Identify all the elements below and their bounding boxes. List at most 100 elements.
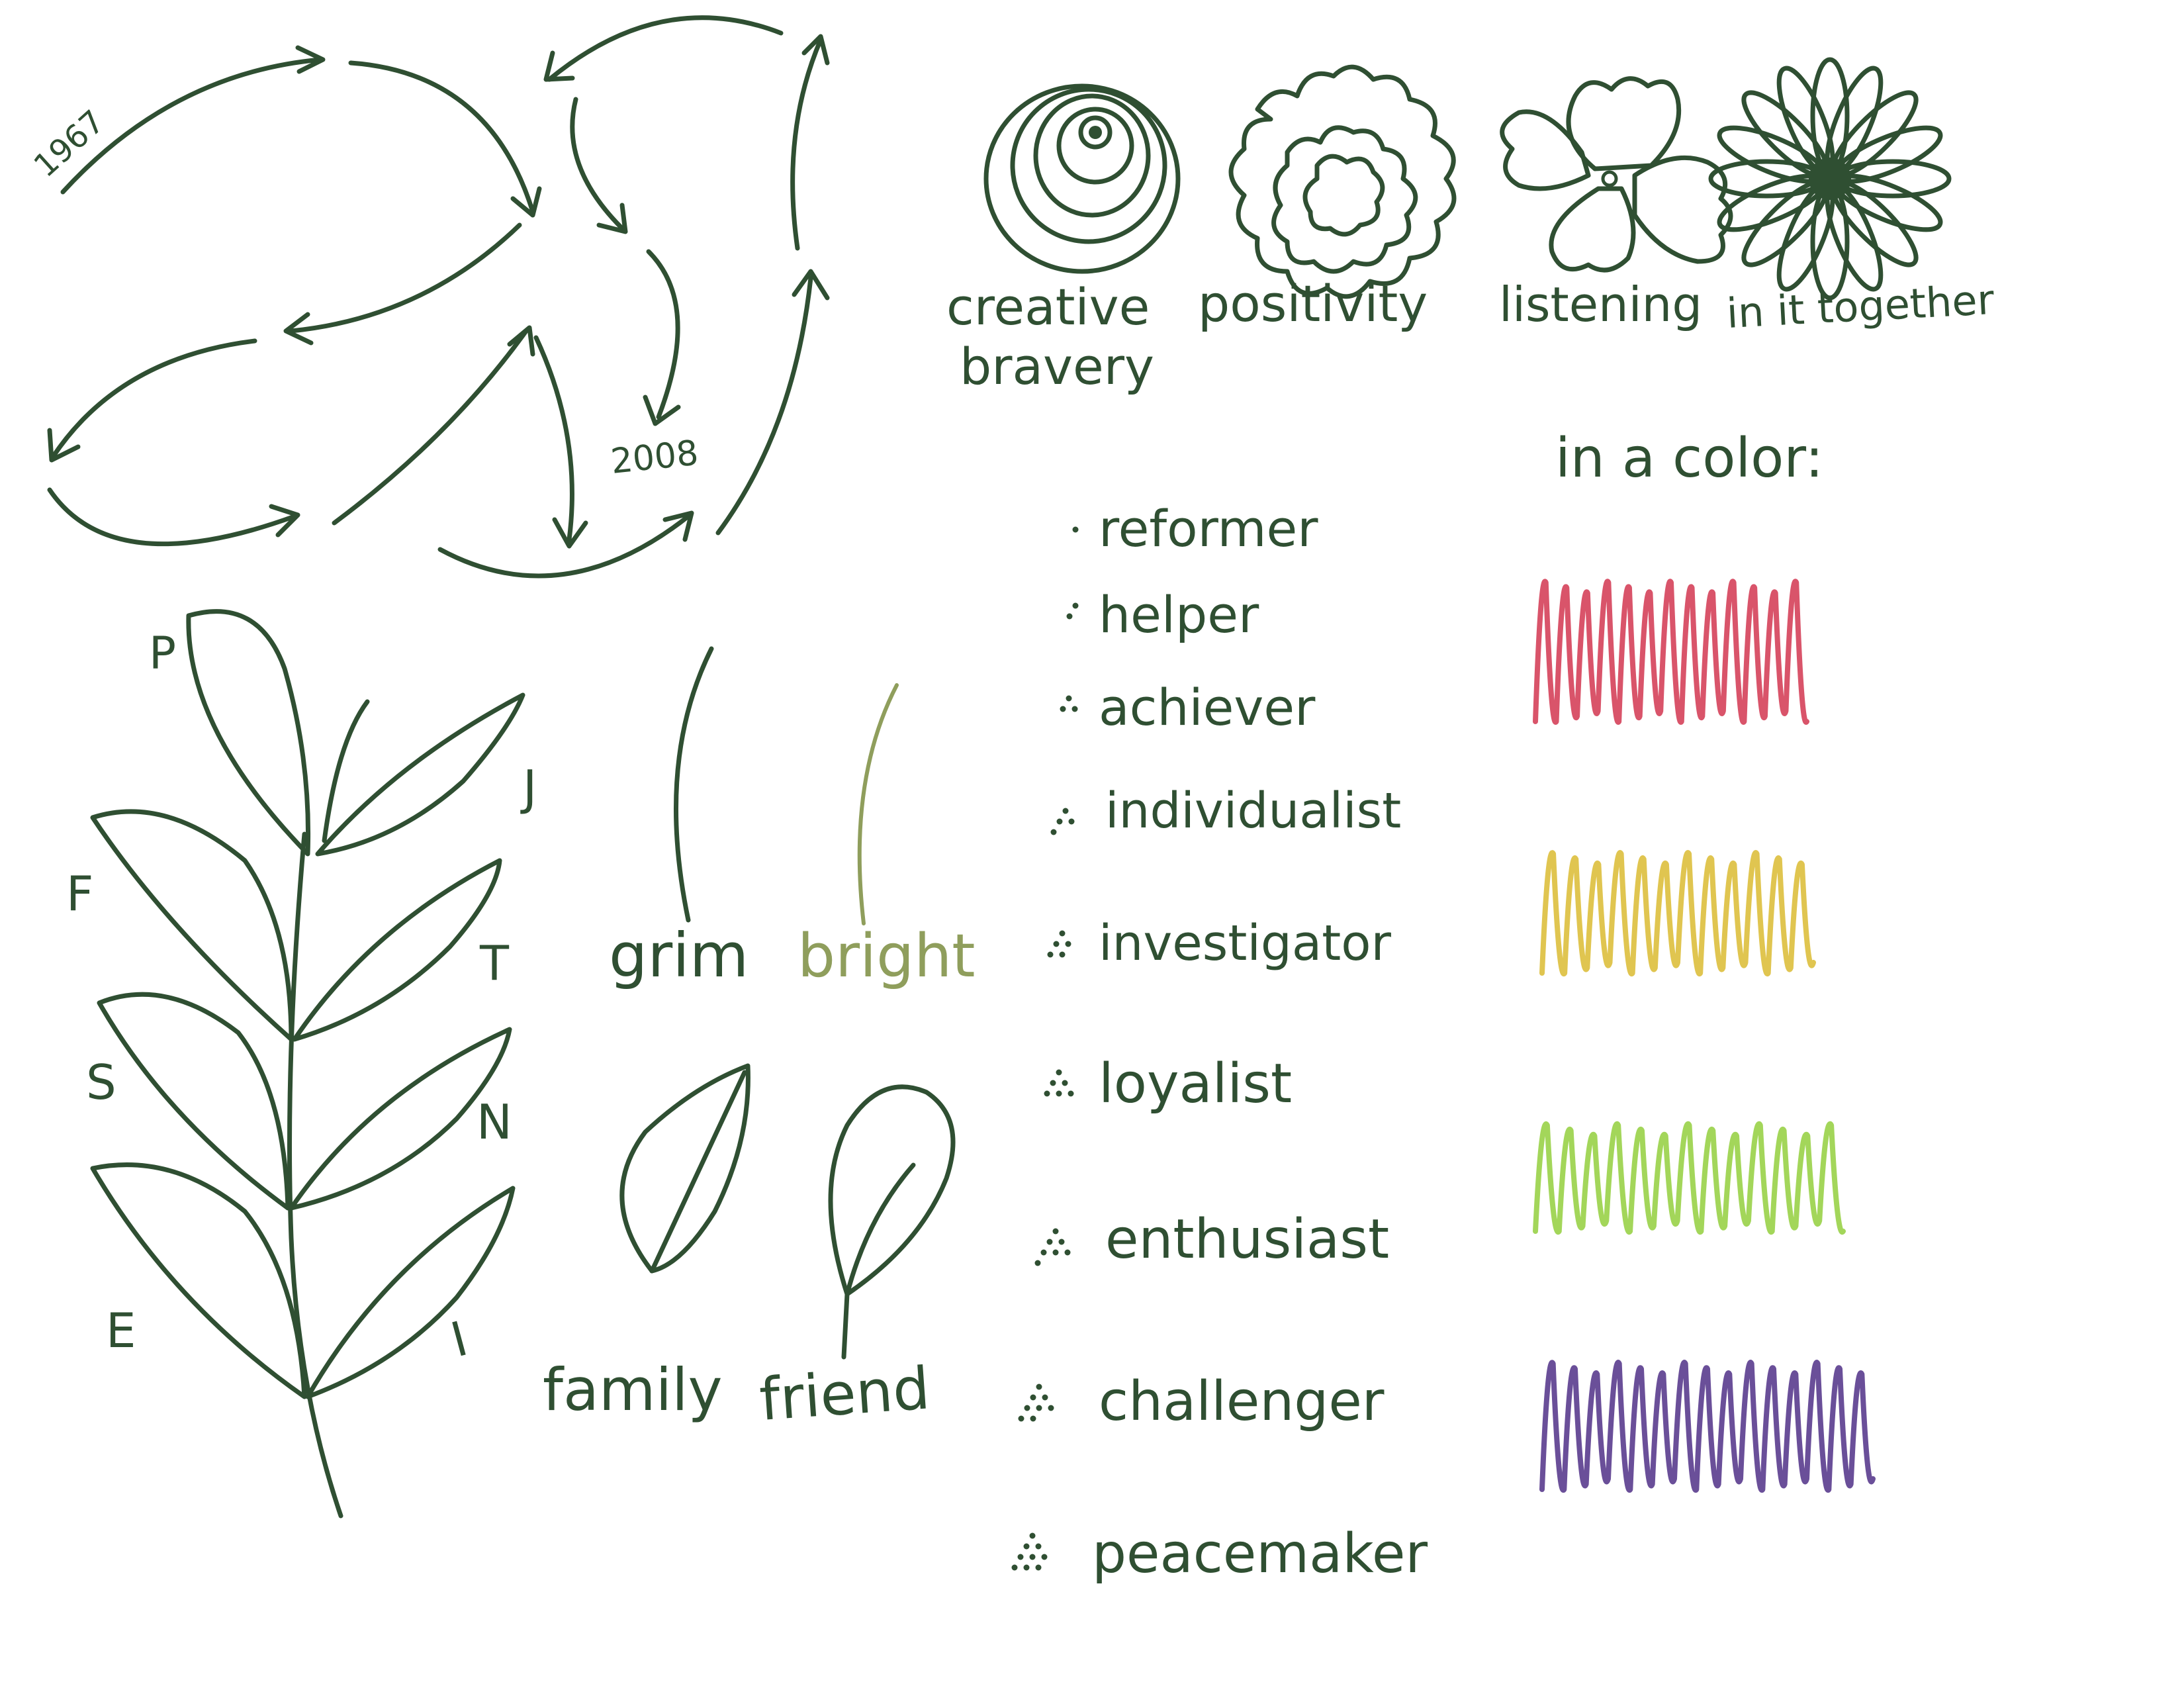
type-dots bbox=[1047, 930, 1071, 958]
type-dot bbox=[1042, 1394, 1048, 1401]
type-dot bbox=[1060, 706, 1066, 712]
daisy-icon bbox=[1708, 57, 1952, 301]
type-item-peacemaker: peacemaker bbox=[1011, 1523, 1428, 1585]
type-dot bbox=[1011, 1564, 1018, 1571]
type-dot bbox=[1035, 1564, 1042, 1571]
type-dot bbox=[1059, 930, 1066, 937]
arrow-7 bbox=[533, 335, 574, 542]
type-dots bbox=[1066, 602, 1079, 620]
arrow-9 bbox=[715, 275, 813, 536]
type-dots bbox=[1018, 1383, 1054, 1422]
family-leaf-icon bbox=[619, 1063, 751, 1274]
color-swatch-purple bbox=[1539, 1360, 1876, 1493]
type-label: loyalist bbox=[1099, 1053, 1292, 1115]
fern-letter-t: T bbox=[479, 935, 510, 991]
fern-letter-j: J bbox=[520, 760, 537, 816]
type-dot bbox=[1071, 706, 1078, 712]
type-dots bbox=[1050, 808, 1075, 835]
type-dot bbox=[1072, 602, 1079, 609]
arrow-2 bbox=[348, 60, 535, 214]
color-swatch-yellow bbox=[1539, 850, 1816, 977]
type-dot bbox=[1044, 1090, 1050, 1097]
type-dot bbox=[1062, 808, 1069, 814]
type-item-loyalist: loyalist bbox=[1044, 1053, 1292, 1115]
fern-leaf-i bbox=[305, 1186, 516, 1399]
type-label: peacemaker bbox=[1092, 1523, 1428, 1585]
bright-stroke bbox=[857, 683, 899, 925]
type-item-achiever: achiever bbox=[1060, 678, 1316, 737]
type-dot bbox=[1047, 951, 1054, 958]
type-dots bbox=[1034, 1228, 1071, 1266]
type-dot bbox=[1036, 1405, 1042, 1411]
type-dot bbox=[1056, 1069, 1062, 1076]
type-dot bbox=[1017, 1554, 1024, 1560]
year-start-label: 1967 bbox=[27, 103, 112, 185]
type-dot bbox=[1066, 613, 1073, 620]
arrow-12 bbox=[570, 97, 625, 231]
type-label: enthusiast bbox=[1105, 1208, 1389, 1271]
fern-leaf-top-stem bbox=[322, 699, 370, 843]
type-dots bbox=[1044, 1069, 1074, 1097]
type-dot bbox=[1035, 1543, 1042, 1550]
type-dot bbox=[1023, 1543, 1030, 1550]
year-end-label: 2008 bbox=[609, 433, 700, 482]
flower-row: creative bravery positivity listening in… bbox=[946, 57, 1995, 396]
type-label: challenger bbox=[1099, 1370, 1385, 1433]
flower-label-in-it-together: in it together bbox=[1725, 275, 1995, 338]
arrow-10 bbox=[790, 37, 823, 251]
type-dot bbox=[1053, 941, 1060, 947]
type-dot bbox=[1052, 1228, 1059, 1235]
grim-stroke bbox=[673, 646, 714, 923]
grim-label: grim bbox=[609, 920, 749, 991]
flower-label-creative: creative bbox=[946, 277, 1150, 336]
types-list: reformer helper achiever individualist i… bbox=[1011, 499, 1428, 1585]
color-swatch-green bbox=[1533, 1121, 1846, 1235]
family-label: family bbox=[543, 1356, 723, 1424]
timeline-arrows: 1967 2008 bbox=[27, 15, 830, 579]
type-dot bbox=[1050, 829, 1057, 835]
arrow-13 bbox=[646, 249, 680, 420]
type-dot bbox=[1066, 695, 1072, 702]
type-item-helper: helper bbox=[1066, 585, 1259, 644]
type-dot bbox=[1036, 1383, 1042, 1390]
color-section: in a color: bbox=[1533, 427, 1876, 1493]
type-dot bbox=[1072, 526, 1079, 533]
daisy-petal bbox=[1810, 183, 1850, 301]
fern-leaf-j bbox=[315, 692, 525, 857]
type-label: helper bbox=[1099, 585, 1259, 644]
type-dot bbox=[1064, 1249, 1071, 1256]
type-item-individualist: individualist bbox=[1050, 782, 1401, 839]
type-dots bbox=[1060, 695, 1078, 712]
type-dot bbox=[1065, 941, 1071, 947]
fern-letter-n: N bbox=[477, 1094, 512, 1150]
bright-label: bright bbox=[797, 921, 976, 991]
type-dot bbox=[1068, 1090, 1074, 1097]
type-dot bbox=[1018, 1415, 1024, 1422]
fern-letter-i: I bbox=[445, 1311, 473, 1368]
four-petal-flower-icon bbox=[1500, 76, 1733, 273]
friend-label: friend bbox=[757, 1354, 932, 1434]
type-dot bbox=[1059, 951, 1066, 958]
type-dot bbox=[1048, 1405, 1054, 1411]
type-dot bbox=[1068, 818, 1075, 825]
flower-label-bravery: bravery bbox=[960, 337, 1154, 396]
ruffled-flower-icon bbox=[1228, 64, 1457, 299]
type-dot bbox=[1052, 1249, 1059, 1256]
type-dot bbox=[1056, 818, 1063, 825]
sketch-canvas: 1967 2008 creative bravery positivity li… bbox=[27, 15, 1995, 1585]
type-dot bbox=[1062, 1080, 1068, 1086]
arrow-6 bbox=[332, 328, 529, 526]
fern-leaf-s bbox=[97, 992, 291, 1211]
fern-letter-p: P bbox=[149, 628, 176, 680]
type-item-challenger: challenger bbox=[1018, 1370, 1385, 1433]
fern-letter-e: E bbox=[106, 1303, 136, 1358]
type-dots bbox=[1072, 526, 1079, 533]
flower-label-positivity: positivity bbox=[1198, 274, 1428, 333]
type-dot bbox=[1029, 1554, 1036, 1560]
daisy-petal bbox=[1834, 159, 1952, 199]
color-section-title: in a color: bbox=[1555, 427, 1823, 490]
fern-leaf-t bbox=[292, 858, 502, 1042]
color-swatch-red bbox=[1533, 579, 1809, 725]
type-dot bbox=[1041, 1554, 1048, 1560]
type-dot bbox=[1023, 1564, 1030, 1571]
